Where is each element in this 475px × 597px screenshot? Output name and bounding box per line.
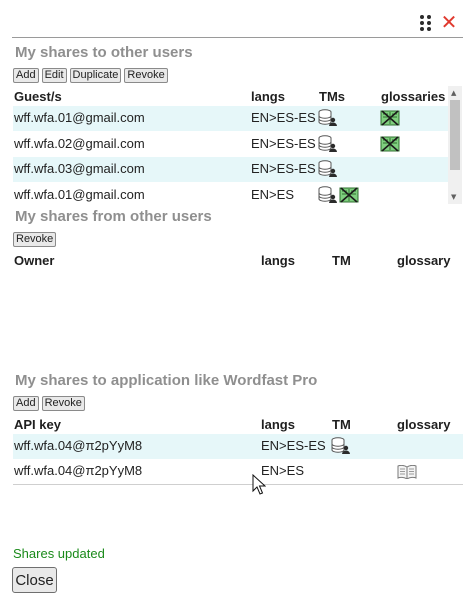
table-row[interactable]: wff.wfa.04@π2pYyM8 EN>ES — [13, 459, 463, 484]
add-button[interactable]: Add — [13, 396, 39, 411]
langs-value: EN>ES-ES — [261, 438, 326, 453]
column-header-langs[interactable]: langs — [251, 89, 285, 104]
langs-value: EN>ES-ES — [251, 110, 316, 125]
column-header-glossary[interactable]: glossary — [397, 253, 450, 268]
open-book-icon[interactable] — [397, 465, 417, 479]
column-header-guest[interactable]: Guest/s — [14, 89, 62, 104]
langs-value: EN>ES — [251, 187, 294, 202]
scroll-up-arrow-icon[interactable]: ▲ — [451, 89, 456, 97]
scroll-down-arrow-icon[interactable]: ▼ — [451, 193, 456, 201]
revoke-button[interactable]: Revoke — [41, 396, 85, 411]
drag-handle-icon[interactable] — [420, 15, 434, 31]
duplicate-button[interactable]: Duplicate — [69, 68, 122, 83]
guest-email: wff.wfa.01@gmail.com — [14, 110, 145, 125]
scrollbar-thumb[interactable] — [450, 100, 460, 170]
status-message: Shares updated — [13, 546, 105, 561]
langs-value: EN>ES-ES — [251, 136, 316, 151]
shares-to-apps-toolbar: Add Revoke — [13, 396, 85, 411]
database-user-icon[interactable] — [318, 186, 338, 204]
table-row[interactable]: wff.wfa.01@gmail.com EN>ES — [13, 183, 448, 208]
guest-email: wff.wfa.03@gmail.com — [14, 161, 145, 176]
langs-value: EN>ES — [261, 463, 304, 478]
shares-to-users-toolbar: Add Edit Duplicate Revoke — [13, 68, 168, 83]
section-title-shares-to-users: My shares to other users — [15, 44, 193, 61]
edit-button[interactable]: Edit — [41, 68, 67, 83]
guest-email: wff.wfa.01@gmail.com — [14, 187, 145, 202]
column-header-tms[interactable]: TMs — [319, 89, 345, 104]
glossary-shared-icon[interactable] — [380, 136, 400, 152]
dialog-titlebar: ✕ — [12, 8, 463, 38]
database-user-icon[interactable] — [318, 135, 338, 153]
table-row[interactable]: wff.wfa.01@gmail.com EN>ES-ES — [13, 106, 448, 131]
section-title-shares-from-users: My shares from other users — [15, 208, 212, 225]
column-header-api-key[interactable]: API key — [14, 417, 61, 432]
database-user-icon[interactable] — [331, 437, 351, 455]
column-header-tm[interactable]: TM — [332, 417, 351, 432]
guest-email: wff.wfa.02@gmail.com — [14, 136, 145, 151]
table-row[interactable]: wff.wfa.02@gmail.com EN>ES-ES — [13, 132, 448, 157]
close-button[interactable]: Close — [12, 567, 57, 593]
column-header-langs[interactable]: langs — [261, 253, 295, 268]
table-row[interactable]: wff.wfa.03@gmail.com EN>ES-ES — [13, 157, 448, 182]
table-row[interactable]: wff.wfa.04@π2pYyM8 EN>ES-ES — [13, 434, 463, 459]
revoke-button[interactable]: Revoke — [124, 68, 168, 83]
column-header-glossary[interactable]: glossary — [397, 417, 450, 432]
table-divider — [13, 484, 463, 485]
add-button[interactable]: Add — [13, 68, 39, 83]
vertical-scrollbar[interactable]: ▲ ▼ — [448, 86, 462, 204]
revoke-button[interactable]: Revoke — [13, 232, 57, 247]
langs-value: EN>ES-ES — [251, 161, 316, 176]
close-icon[interactable]: ✕ — [440, 12, 458, 32]
glossary-shared-icon[interactable] — [380, 110, 400, 126]
column-header-langs[interactable]: langs — [261, 417, 295, 432]
api-key-value: wff.wfa.04@π2pYyM8 — [14, 463, 143, 478]
shares-from-users-toolbar: Revoke — [13, 232, 57, 247]
column-header-glossaries[interactable]: glossaries — [381, 89, 445, 104]
glossary-shared-icon[interactable] — [339, 187, 359, 203]
column-header-owner[interactable]: Owner — [14, 253, 54, 268]
mouse-pointer-icon — [252, 474, 266, 495]
api-key-value: wff.wfa.04@π2pYyM8 — [14, 438, 143, 453]
section-title-shares-to-apps: My shares to application like Wordfast P… — [15, 372, 318, 389]
database-user-icon[interactable] — [318, 160, 338, 178]
column-header-tm[interactable]: TM — [332, 253, 351, 268]
database-user-icon[interactable] — [318, 109, 338, 127]
